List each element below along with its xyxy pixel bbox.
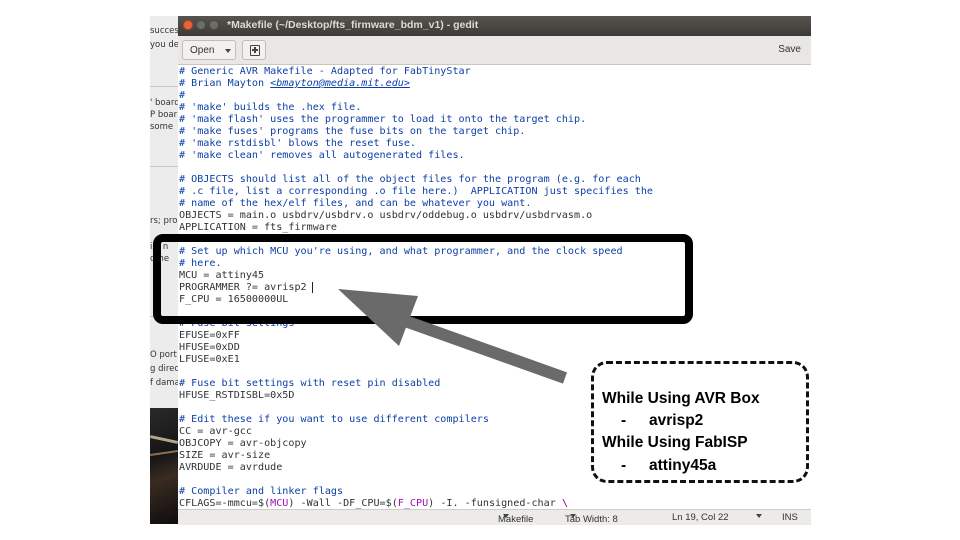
callout-heading: While Using FabISP: [602, 434, 748, 451]
callout-value: attiny45a: [649, 457, 717, 474]
screenshot-stage: success you del ' board P boar some rs; …: [0, 0, 960, 540]
callout-dash: -: [621, 412, 627, 429]
arrow-icon: [338, 289, 568, 384]
callout-dash: -: [621, 457, 627, 474]
callout-value: avrisp2: [649, 412, 704, 429]
callout-heading: While Using AVR Box: [602, 390, 760, 407]
callout-box: While Using AVR Box - avrisp2 While Usin…: [591, 361, 809, 483]
